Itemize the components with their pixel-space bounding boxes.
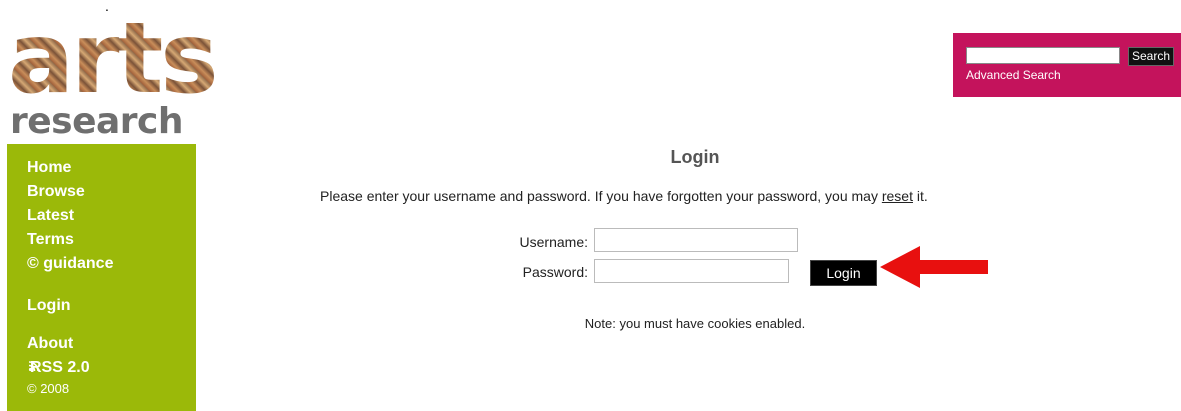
login-button[interactable]: Login [810, 260, 877, 286]
cookie-note: Note: you must have cookies enabled. [584, 316, 806, 331]
copyright-year: © 2008 [27, 381, 70, 396]
intro-text-end: it. [912, 188, 928, 204]
sidebar-item-about[interactable]: About [27, 332, 90, 356]
intro-text: Please enter your username and password.… [320, 188, 882, 204]
sidebar-item-copyright-guidance[interactable]: © guidance [27, 252, 113, 276]
username-label: Username: [519, 234, 588, 250]
sidebar-nav: Home Browse Latest Terms © guidance [27, 156, 113, 276]
advanced-search-link[interactable]: Advanced Search [966, 68, 1061, 82]
red-arrow-left-icon [880, 246, 988, 288]
sidebar-login-group: Login [27, 294, 71, 318]
password-label: Password: [522, 264, 588, 280]
site-logo[interactable]: arts research uk [8, 2, 238, 182]
login-instructions: Please enter your username and password.… [320, 188, 928, 204]
sidebar-about-group: About RSS 2.0 © 2008 [27, 332, 90, 398]
sidebar-item-login[interactable]: Login [27, 294, 71, 318]
username-field[interactable] [594, 228, 798, 252]
search-button[interactable]: Search [1128, 47, 1175, 66]
sidebar-item-latest[interactable]: Latest [27, 204, 113, 228]
reset-password-link[interactable]: reset [882, 188, 913, 204]
sidebar: Home Browse Latest Terms © guidance Logi… [7, 144, 196, 411]
rss-link[interactable]: RSS 2.0 [27, 356, 90, 380]
sidebar-item-browse[interactable]: Browse [27, 180, 113, 204]
sidebar-item-terms[interactable]: Terms [27, 228, 113, 252]
page-title: Login [670, 147, 720, 167]
logo-arts-text: arts [8, 2, 219, 116]
search-panel: Search Advanced Search [953, 33, 1181, 97]
password-field[interactable] [594, 259, 789, 283]
search-input[interactable] [966, 47, 1120, 64]
